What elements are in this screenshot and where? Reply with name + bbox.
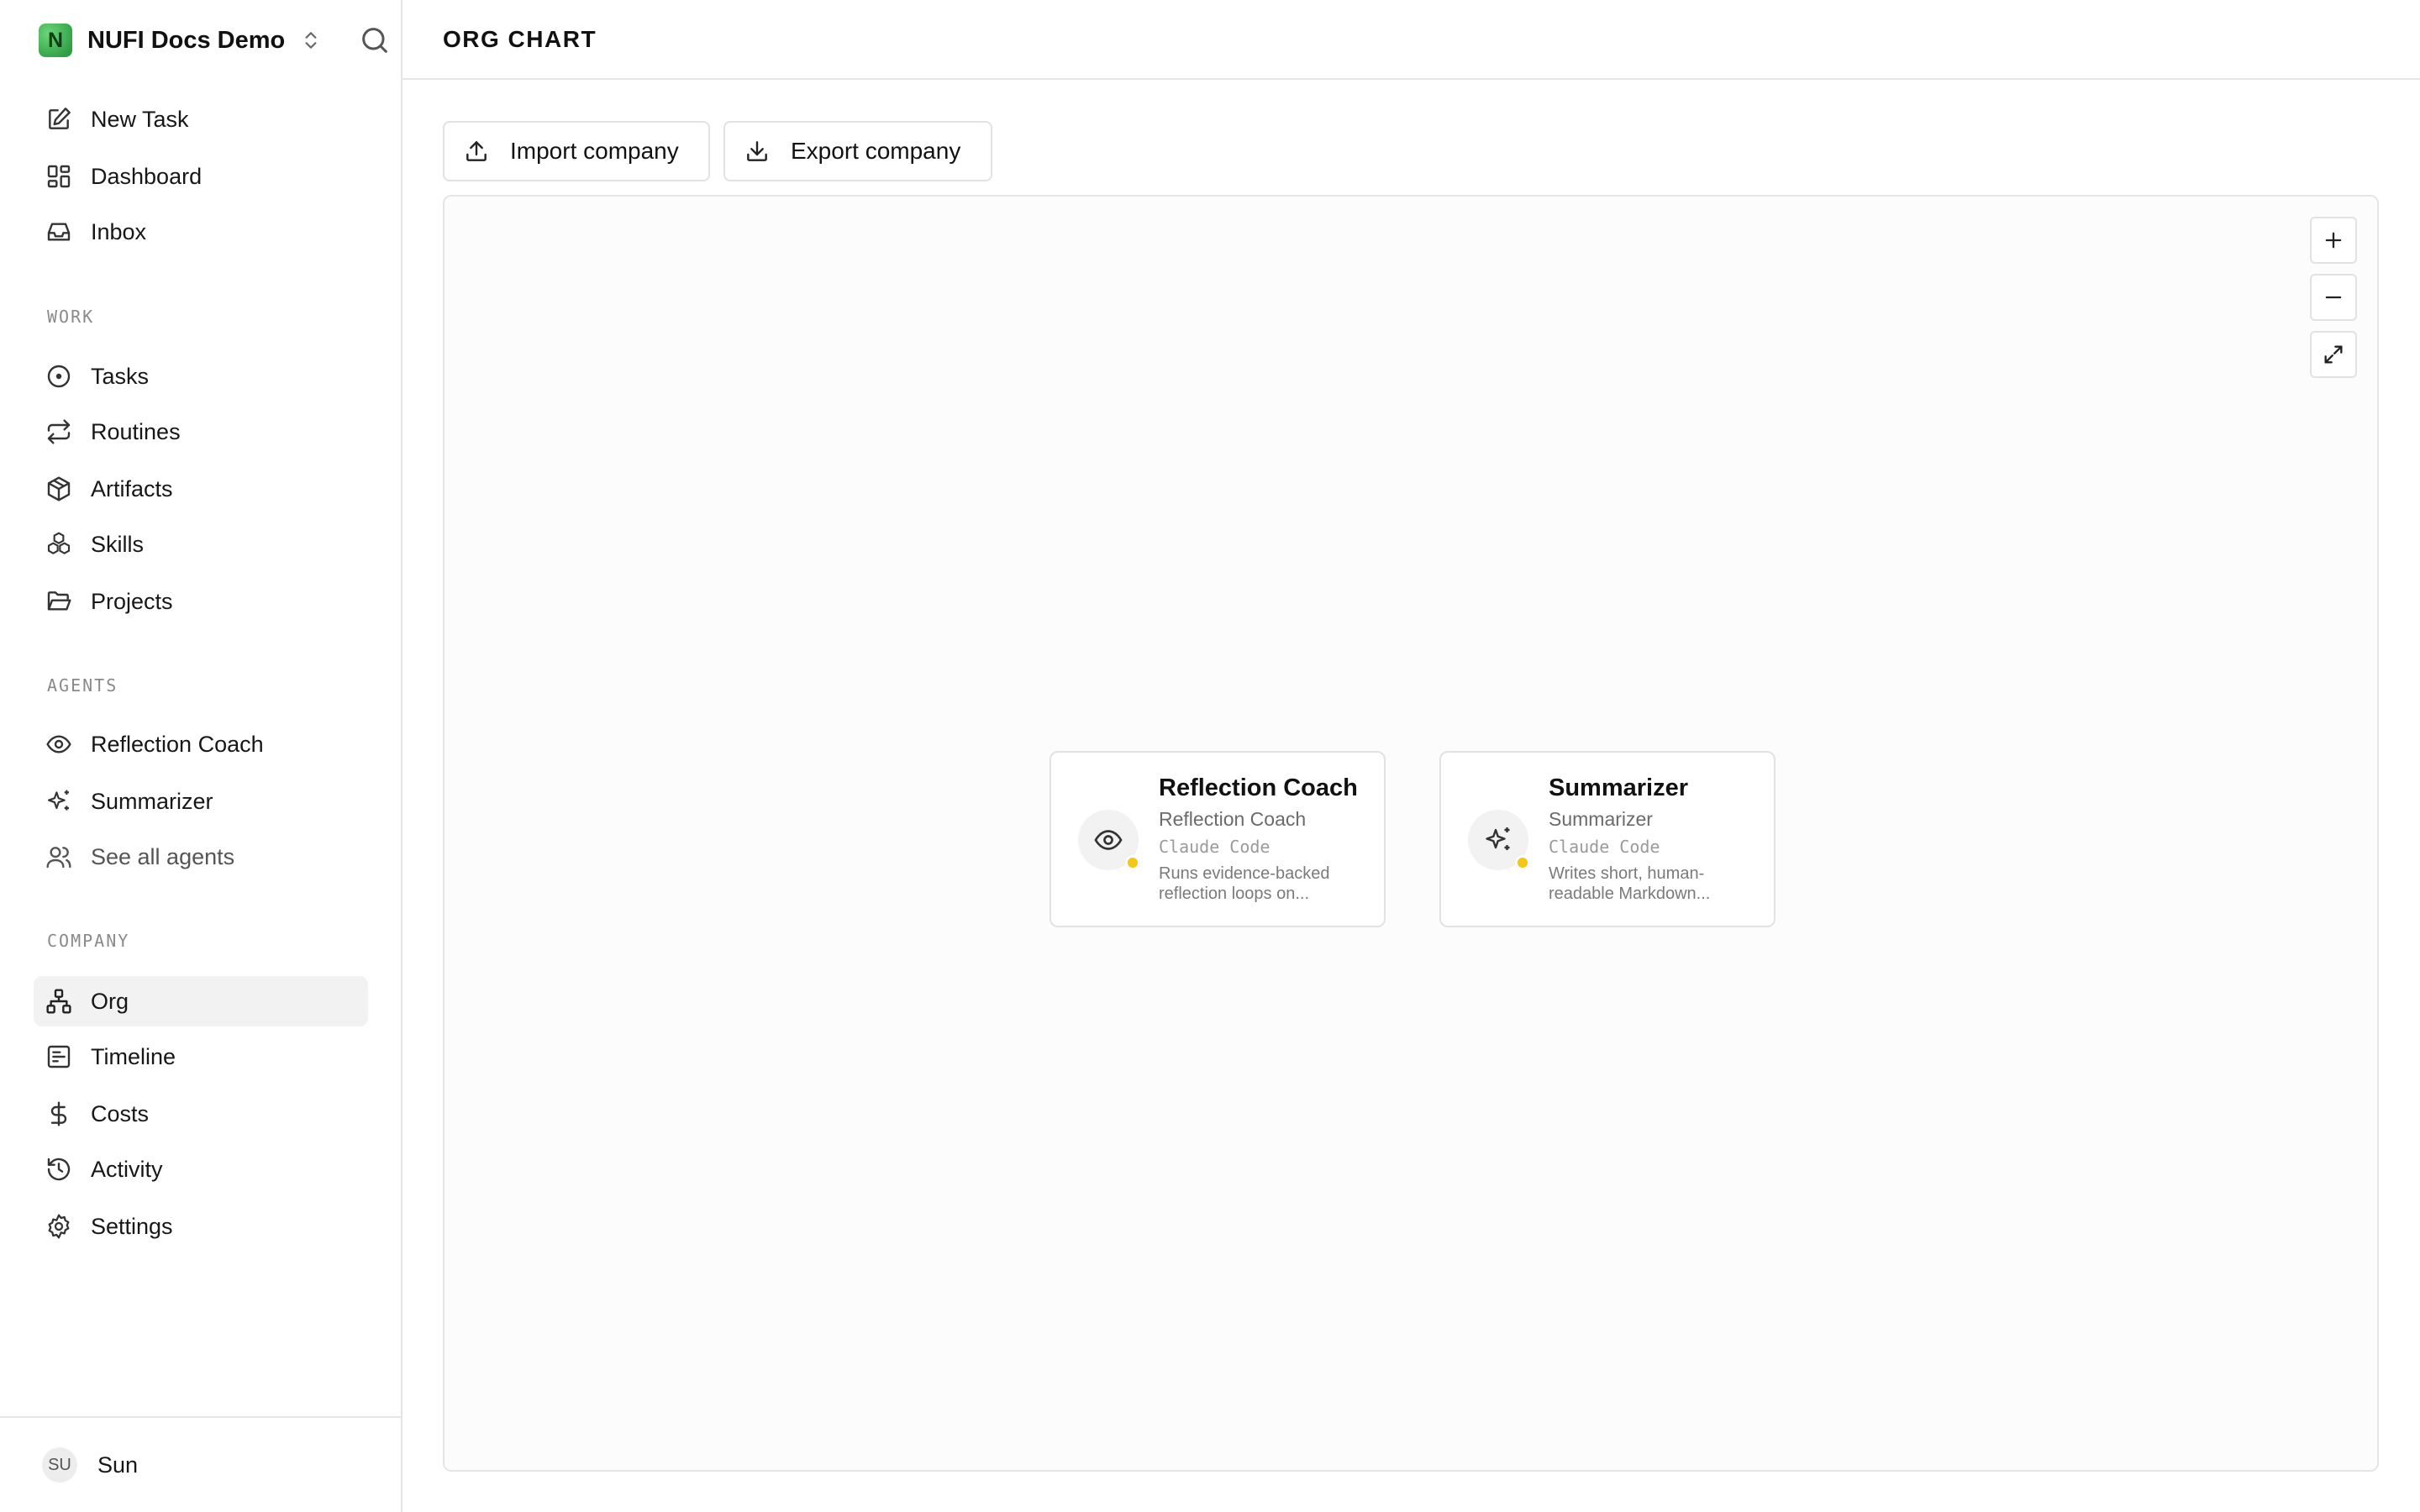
agent-card-summarizer[interactable]: Summarizer Summarizer Claude Code Writes… (1439, 751, 1776, 927)
main-content: ORG CHART Import company Export company (402, 0, 2420, 1512)
import-company-button[interactable]: Import company (443, 121, 710, 181)
workspace-logo: N (39, 24, 72, 57)
history-icon (47, 1158, 71, 1181)
nav-org[interactable]: Org (34, 976, 368, 1026)
nav-inbox[interactable]: Inbox (34, 207, 368, 257)
status-dot (1125, 855, 1140, 870)
workspace-name: NUFI Docs Demo (87, 26, 286, 54)
nav-label: Activity (91, 1156, 163, 1182)
box-icon (47, 476, 71, 501)
eye-icon (1094, 830, 1123, 850)
nav-label: Summarizer (91, 788, 213, 814)
sparkles-icon (1486, 827, 1510, 850)
inbox-icon (47, 223, 71, 241)
button-label: Import company (510, 138, 679, 164)
nav-label: See all agents (91, 843, 235, 869)
nav-label: Routines (91, 418, 181, 444)
workspace-switcher[interactable]: N NUFI Docs Demo (39, 22, 401, 59)
page-header: ORG CHART (402, 0, 2420, 80)
boxes-icon (47, 532, 71, 554)
chevron-up-down-icon (305, 32, 317, 49)
avatar: SU (42, 1447, 77, 1483)
status-dot (1515, 855, 1530, 870)
section-label-agents: AGENTS (47, 675, 118, 696)
download-icon (747, 141, 767, 161)
agent-adapter: Claude Code (1549, 837, 1660, 857)
expand-icon (2324, 345, 2343, 364)
org-chart-canvas[interactable]: Reflection Coach Reflection Coach Claude… (443, 195, 2379, 1472)
nav-label: Org (91, 988, 129, 1014)
nav-label: Reflection Coach (91, 731, 264, 757)
nav-label: Tasks (91, 363, 150, 389)
dollar-icon (50, 1101, 67, 1126)
search-icon[interactable] (358, 24, 392, 57)
nav-costs[interactable]: Costs (34, 1089, 368, 1139)
agent-card-reflection-coach[interactable]: Reflection Coach Reflection Coach Claude… (1050, 751, 1386, 927)
users-icon (46, 847, 71, 869)
agent-name: Summarizer (1549, 774, 1689, 801)
nav-settings[interactable]: Settings (34, 1201, 368, 1252)
export-company-button[interactable]: Export company (723, 121, 992, 181)
section-label-company: COMPANY (47, 931, 130, 951)
upload-icon (466, 141, 487, 161)
nav-label: Settings (91, 1213, 173, 1239)
agent-adapter: Claude Code (1159, 837, 1270, 857)
nav-label: Timeline (91, 1043, 176, 1069)
zoom-out-button[interactable] (2310, 274, 2357, 321)
nav-tasks[interactable]: Tasks (34, 351, 368, 402)
pencil-square-icon (49, 108, 71, 129)
user-menu[interactable]: SU Sun (0, 1416, 401, 1512)
user-name: Sun (97, 1452, 139, 1478)
agent-description: Writes short, human-readable Markdown... (1549, 864, 1711, 903)
dashboard-icon (47, 165, 71, 188)
plus-icon (2325, 232, 2342, 249)
nav-new-task[interactable]: New Task (34, 94, 368, 144)
nav-label: Artifacts (91, 475, 173, 501)
eye-icon (46, 735, 71, 753)
nav-skills[interactable]: Skills (34, 519, 368, 570)
agent-name: Reflection Coach (1159, 774, 1358, 801)
nav-artifacts[interactable]: Artifacts (34, 464, 368, 514)
sparkles-icon (47, 790, 69, 811)
agent-role: Summarizer (1549, 808, 1653, 830)
nav-timeline[interactable]: Timeline (34, 1032, 368, 1082)
agent-role: Reflection Coach (1159, 808, 1307, 830)
agent-description: Runs evidence-backed reflection loops on… (1159, 864, 1330, 903)
gear-icon (48, 1214, 70, 1239)
nav-routines[interactable]: Routines (34, 407, 368, 457)
nav-label: Projects (91, 588, 173, 614)
folder-open-icon (47, 591, 71, 611)
org-chart-icon (46, 989, 71, 1014)
circle-dot-icon (47, 365, 71, 388)
page-title: ORG CHART (443, 25, 597, 52)
button-label: Export company (791, 138, 961, 164)
repeat-icon (47, 419, 71, 444)
nav-activity[interactable]: Activity (34, 1144, 368, 1194)
nav-label: Skills (91, 531, 145, 557)
section-label-work: WORK (47, 307, 95, 327)
sidebar: N NUFI Docs Demo New Task Dashboard Inbo… (0, 0, 402, 1512)
nav-see-all-agents[interactable]: See all agents (34, 832, 368, 882)
zoom-in-button[interactable] (2310, 217, 2357, 264)
nav-projects[interactable]: Projects (34, 576, 368, 627)
nav-dashboard[interactable]: Dashboard (34, 151, 368, 202)
nav-agent-summarizer[interactable]: Summarizer (34, 776, 368, 827)
fit-view-button[interactable] (2310, 331, 2357, 378)
nav-agent-reflection-coach[interactable]: Reflection Coach (34, 719, 368, 769)
nav-label: Inbox (91, 218, 147, 244)
nav-label: Dashboard (91, 163, 203, 189)
nav-label: Costs (91, 1100, 150, 1126)
nav-label: New Task (91, 106, 189, 132)
minus-icon (2325, 296, 2342, 299)
timeline-icon (47, 1045, 71, 1068)
